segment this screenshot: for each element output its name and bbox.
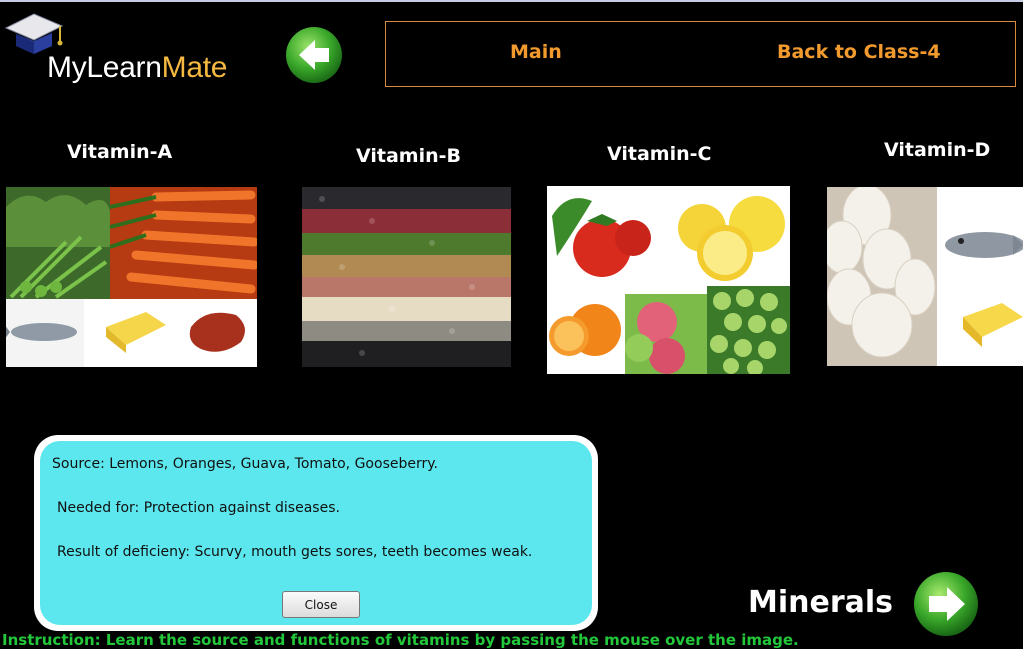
source-text: Source: Lemons, Oranges, Guava, Tomato, … bbox=[52, 456, 438, 472]
minerals-label[interactable]: Minerals bbox=[748, 585, 893, 620]
back-to-class-link[interactable]: Back to Class-4 bbox=[777, 41, 941, 63]
vitamin-c-image[interactable] bbox=[547, 186, 790, 374]
close-button[interactable]: Close bbox=[282, 591, 360, 618]
vitamin-b-image[interactable] bbox=[302, 187, 511, 367]
vitamin-d-title: Vitamin-D bbox=[884, 139, 991, 161]
vitamin-c-title: Vitamin-C bbox=[607, 143, 712, 165]
back-button[interactable] bbox=[285, 26, 343, 84]
logo: MyLearnMate bbox=[0, 4, 250, 94]
vitamin-b-title: Vitamin-B bbox=[356, 145, 461, 167]
instruction-text: Instruction: Learn the source and functi… bbox=[2, 631, 799, 649]
next-minerals-button[interactable] bbox=[913, 571, 979, 637]
vitamin-d-foods-image bbox=[827, 187, 1023, 366]
vitamin-b-grains-image bbox=[302, 187, 511, 367]
vitamin-c-fruits-image bbox=[547, 186, 790, 374]
vitamin-a-image[interactable] bbox=[6, 187, 257, 367]
vitamin-info-popup: Source: Lemons, Oranges, Guava, Tomato, … bbox=[34, 435, 598, 631]
needed-for-text: Needed for: Protection against diseases. bbox=[57, 500, 340, 516]
deficiency-text: Result of deficieny: Scurvy, mouth gets … bbox=[57, 544, 533, 560]
nav-bar: Main Back to Class-4 bbox=[385, 21, 1016, 87]
forward-arrow-icon bbox=[914, 572, 978, 636]
main-link[interactable]: Main bbox=[510, 41, 562, 63]
logo-text: MyLearnMate bbox=[47, 51, 228, 84]
vitamin-d-image[interactable] bbox=[827, 187, 1023, 366]
vitamin-info-panel: Source: Lemons, Oranges, Guava, Tomato, … bbox=[40, 441, 592, 625]
back-arrow-icon bbox=[286, 27, 342, 83]
top-edge-line bbox=[0, 0, 1023, 2]
vitamin-a-foods-image bbox=[6, 187, 257, 367]
vitamin-a-title: Vitamin-A bbox=[67, 141, 173, 163]
